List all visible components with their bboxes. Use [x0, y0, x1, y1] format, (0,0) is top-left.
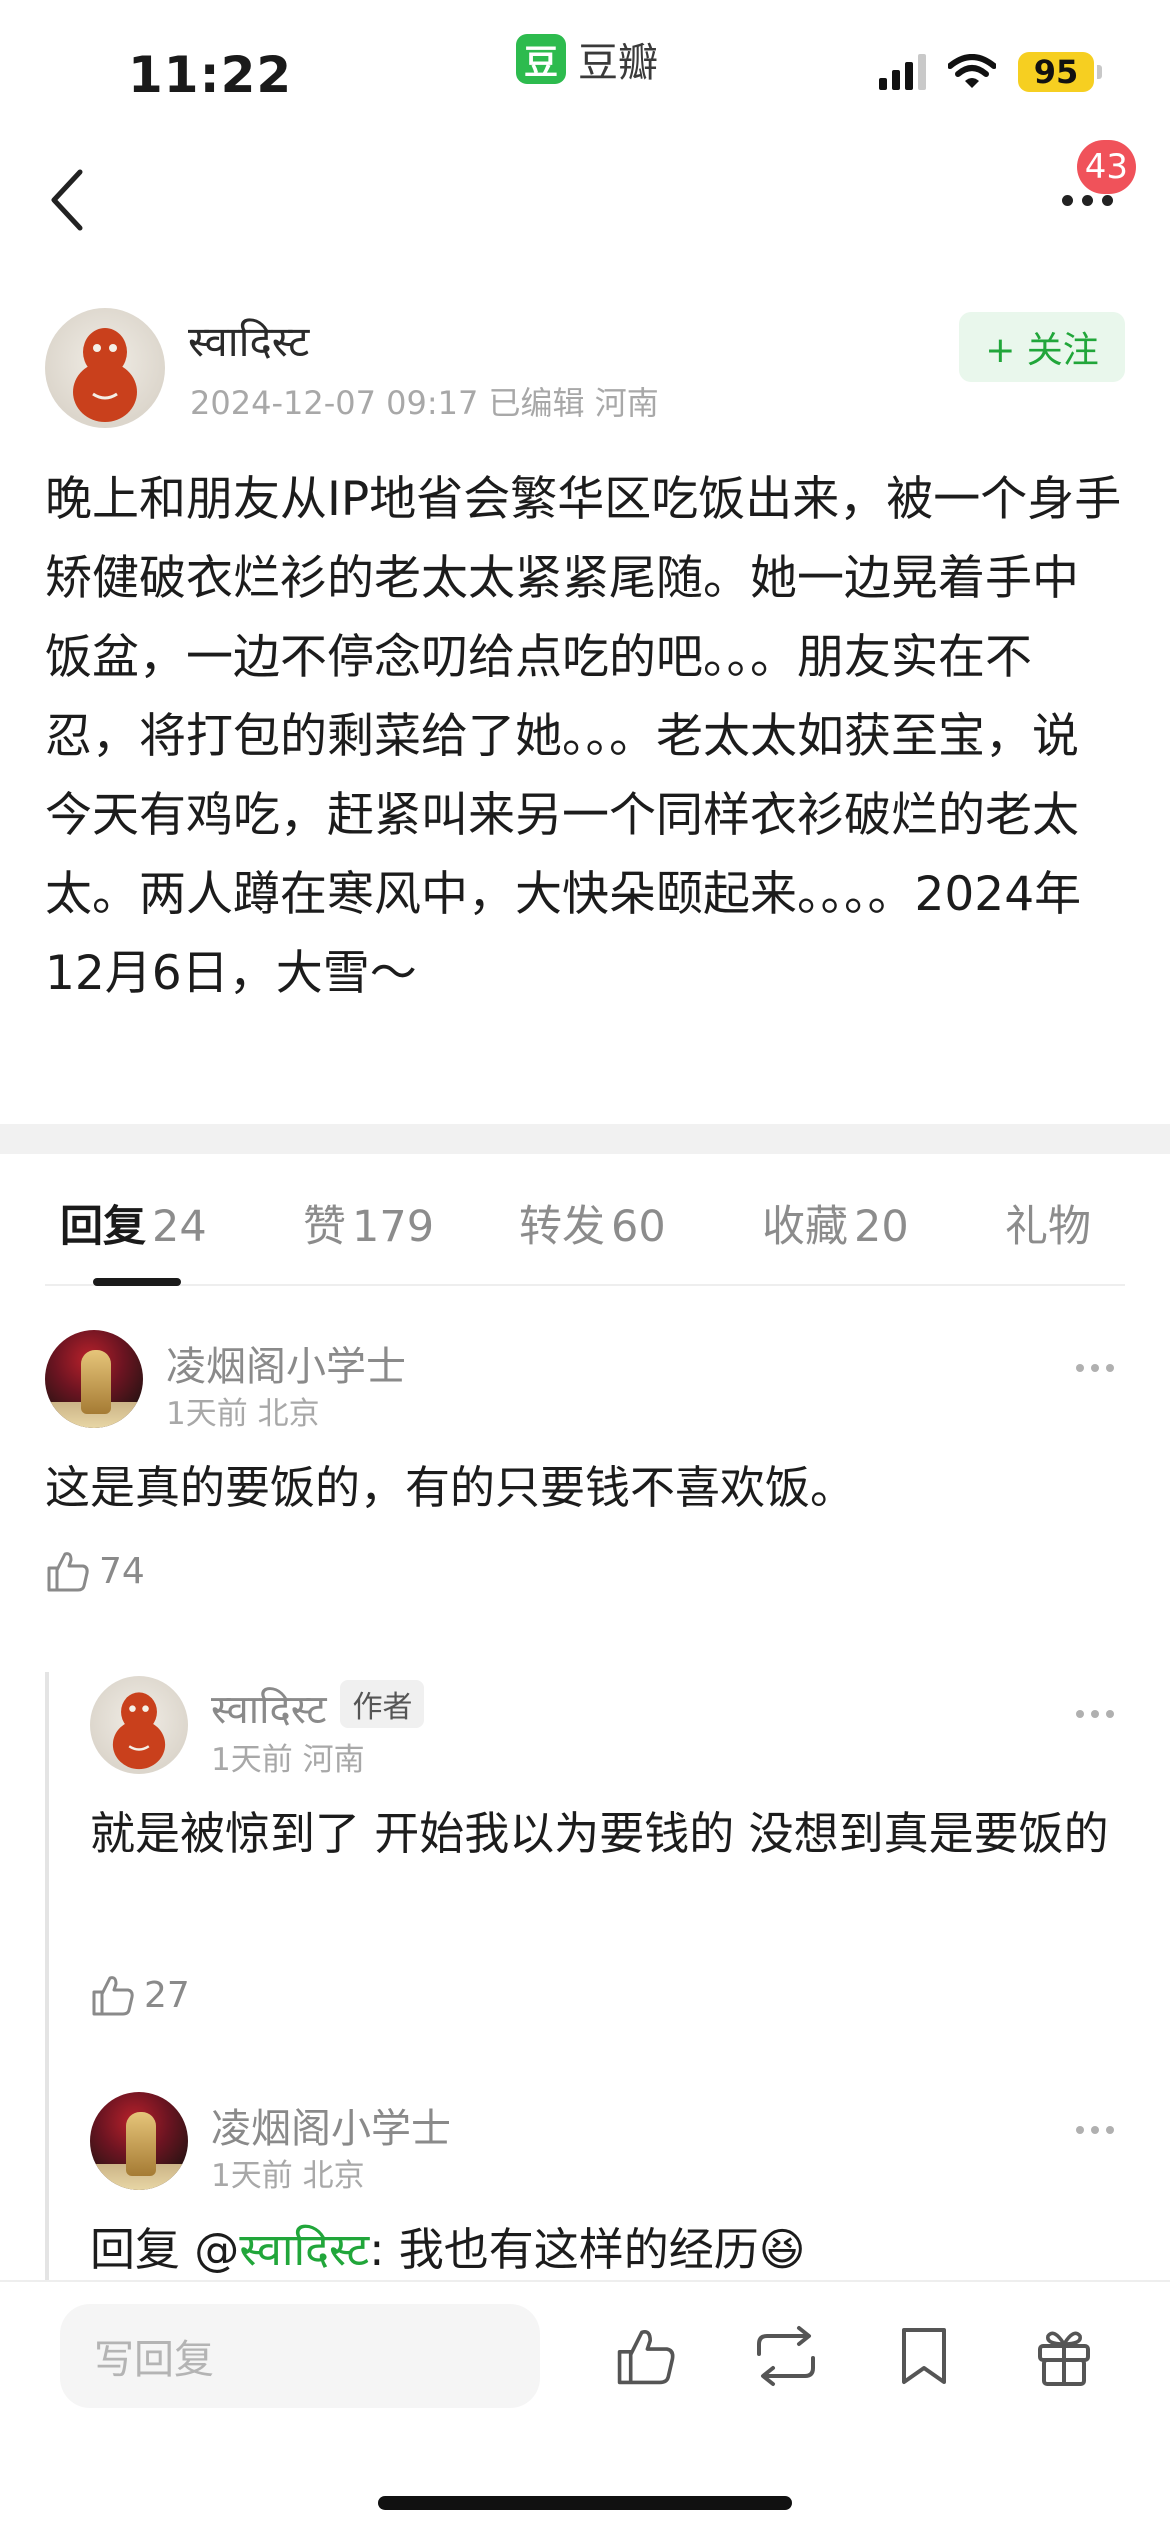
more-dots-icon — [1076, 2126, 1114, 2134]
tab-replies-count: 24 — [152, 1202, 207, 1252]
more-dots-icon — [1076, 1710, 1114, 1718]
tab-collections-label: 收藏 — [762, 1202, 848, 1252]
commenter-avatar[interactable] — [45, 1330, 143, 1428]
status-app-name: 豆瓣 — [578, 40, 658, 86]
back-button[interactable] — [38, 164, 98, 236]
reply-prefix: 回复 @ — [90, 2223, 240, 2276]
gift-button[interactable] — [1026, 2318, 1102, 2394]
comment-text: 回复 @स्वादिस्ट: 我也有这样的经历😆 — [90, 2210, 806, 2289]
status-indicators: 95 — [879, 52, 1102, 92]
tab-likes[interactable]: 赞 179 — [303, 1192, 434, 1254]
tab-bar: 回复 24 赞 179 转发 60 收藏 20 礼物 — [45, 1180, 1125, 1286]
reply-mention-link[interactable]: स्वादिस्ट — [239, 2223, 369, 2276]
bottom-action-bar: 写回复 — [0, 2280, 1170, 2532]
tab-reposts-label: 转发 — [519, 1202, 605, 1252]
tab-reposts[interactable]: 转发 60 — [519, 1192, 666, 1254]
thumbs-up-icon — [47, 1552, 89, 1592]
nav-bar: 43 — [0, 140, 1170, 260]
author-tag: 作者 — [340, 1680, 425, 1728]
tab-likes-label: 赞 — [303, 1202, 346, 1252]
commenter-name[interactable]: 凌烟阁小学士 — [166, 1334, 406, 1392]
wifi-icon — [948, 54, 996, 88]
follow-button[interactable]: + 关注 — [959, 312, 1125, 382]
notification-badge[interactable]: 43 — [1076, 140, 1136, 194]
repost-button[interactable] — [748, 2318, 824, 2394]
section-divider — [0, 1124, 1170, 1154]
thumbs-up-icon — [617, 2330, 675, 2385]
post-header: स्वादिस्ट 2024-12-07 09:17 已编辑 河南 + 关注 — [45, 308, 1125, 428]
commenter-name[interactable]: स्वादिस्ट 作者 — [211, 1680, 425, 1735]
author-avatar[interactable] — [45, 308, 165, 428]
comment-text: 这是真的要饭的，有的只要钱不喜欢饭。 — [45, 1461, 856, 1514]
post-meta: 2024-12-07 09:17 已编辑 河南 — [190, 384, 659, 422]
bookmark-icon — [902, 2328, 946, 2384]
author-name[interactable]: स्वादिस्ट — [188, 312, 309, 369]
active-tab-indicator — [93, 1278, 181, 1286]
battery-icon: 95 — [1018, 52, 1102, 92]
reply-item: स्वादिस्ट 作者 1天前 河南 就是被惊到了 开始我以为要钱的 没想到真是… — [90, 1676, 1125, 2026]
repost-icon — [757, 2326, 815, 2386]
comment-more-button[interactable] — [1065, 2110, 1125, 2150]
more-dots-icon — [1076, 1364, 1114, 1372]
reply-input[interactable]: 写回复 — [60, 2304, 540, 2408]
more-dots-icon — [1061, 194, 1113, 206]
tab-replies-label: 回复 — [60, 1202, 146, 1252]
thumbs-up-icon — [92, 1976, 134, 2016]
tab-gifts-label: 礼物 — [1005, 1202, 1091, 1252]
comment-like-count: 27 — [144, 1974, 190, 2016]
comment-like-button[interactable]: 27 — [90, 1972, 190, 2018]
reply-item: 凌烟阁小学士 1天前 北京 回复 @स्वादिस्ट: 我也有这样的经历😆 — [90, 2092, 1125, 2280]
gift-icon — [1038, 2331, 1090, 2386]
comment-text: 就是被惊到了 开始我以为要钱的 没想到真是要饭的 — [90, 1807, 1109, 1860]
commenter-avatar[interactable] — [90, 2092, 188, 2190]
status-app-indicator: 豆 豆瓣 — [516, 30, 658, 88]
home-indicator[interactable] — [378, 2496, 792, 2510]
doll-avatar-icon — [112, 1692, 166, 1770]
comment-more-button[interactable] — [1065, 1348, 1125, 1388]
tab-reposts-count: 60 — [611, 1202, 666, 1252]
comment-like-button[interactable]: 74 — [45, 1548, 145, 1594]
status-time: 11:22 — [128, 46, 293, 104]
tab-replies[interactable]: 回复 24 — [60, 1192, 207, 1254]
comment-like-count: 74 — [99, 1550, 145, 1592]
comment-more-button[interactable] — [1065, 1694, 1125, 1734]
comment-meta: 1天前 北京 — [166, 1396, 320, 1432]
cellular-signal-icon — [879, 54, 926, 90]
douban-logo-icon: 豆 — [516, 34, 566, 84]
reply-body: : 我也有这样的经历 — [369, 2223, 759, 2276]
status-bar: 11:22 豆 豆瓣 95 — [0, 0, 1170, 140]
tab-gifts[interactable]: 礼物 — [1005, 1192, 1091, 1254]
commenter-avatar[interactable] — [90, 1676, 188, 1774]
tab-likes-count: 179 — [352, 1202, 435, 1252]
reply-thread-line — [45, 1672, 49, 2282]
chevron-left-icon — [51, 169, 83, 231]
battery-level: 95 — [1018, 52, 1094, 92]
bookmark-button[interactable] — [886, 2318, 962, 2394]
laughing-emoji-icon: 😆 — [758, 2223, 806, 2276]
like-post-button[interactable] — [608, 2318, 684, 2394]
comment-meta: 1天前 北京 — [211, 2158, 365, 2194]
commenter-name-text: स्वादिस्ट — [211, 1687, 327, 1733]
comment-meta: 1天前 河南 — [211, 1742, 365, 1778]
tab-collections-count: 20 — [854, 1202, 909, 1252]
post-body: 晚上和朋友从IP地省会繁华区吃饭出来，被一个身手矫健破衣烂衫的老太太紧紧尾随。她… — [45, 472, 1122, 1001]
commenter-name[interactable]: 凌烟阁小学士 — [211, 2096, 451, 2154]
tab-collections[interactable]: 收藏 20 — [762, 1192, 909, 1254]
comment-item: 凌烟阁小学士 1天前 北京 这是真的要饭的，有的只要钱不喜欢饭。 74 — [45, 1330, 1125, 1630]
doll-avatar-icon — [73, 328, 137, 422]
